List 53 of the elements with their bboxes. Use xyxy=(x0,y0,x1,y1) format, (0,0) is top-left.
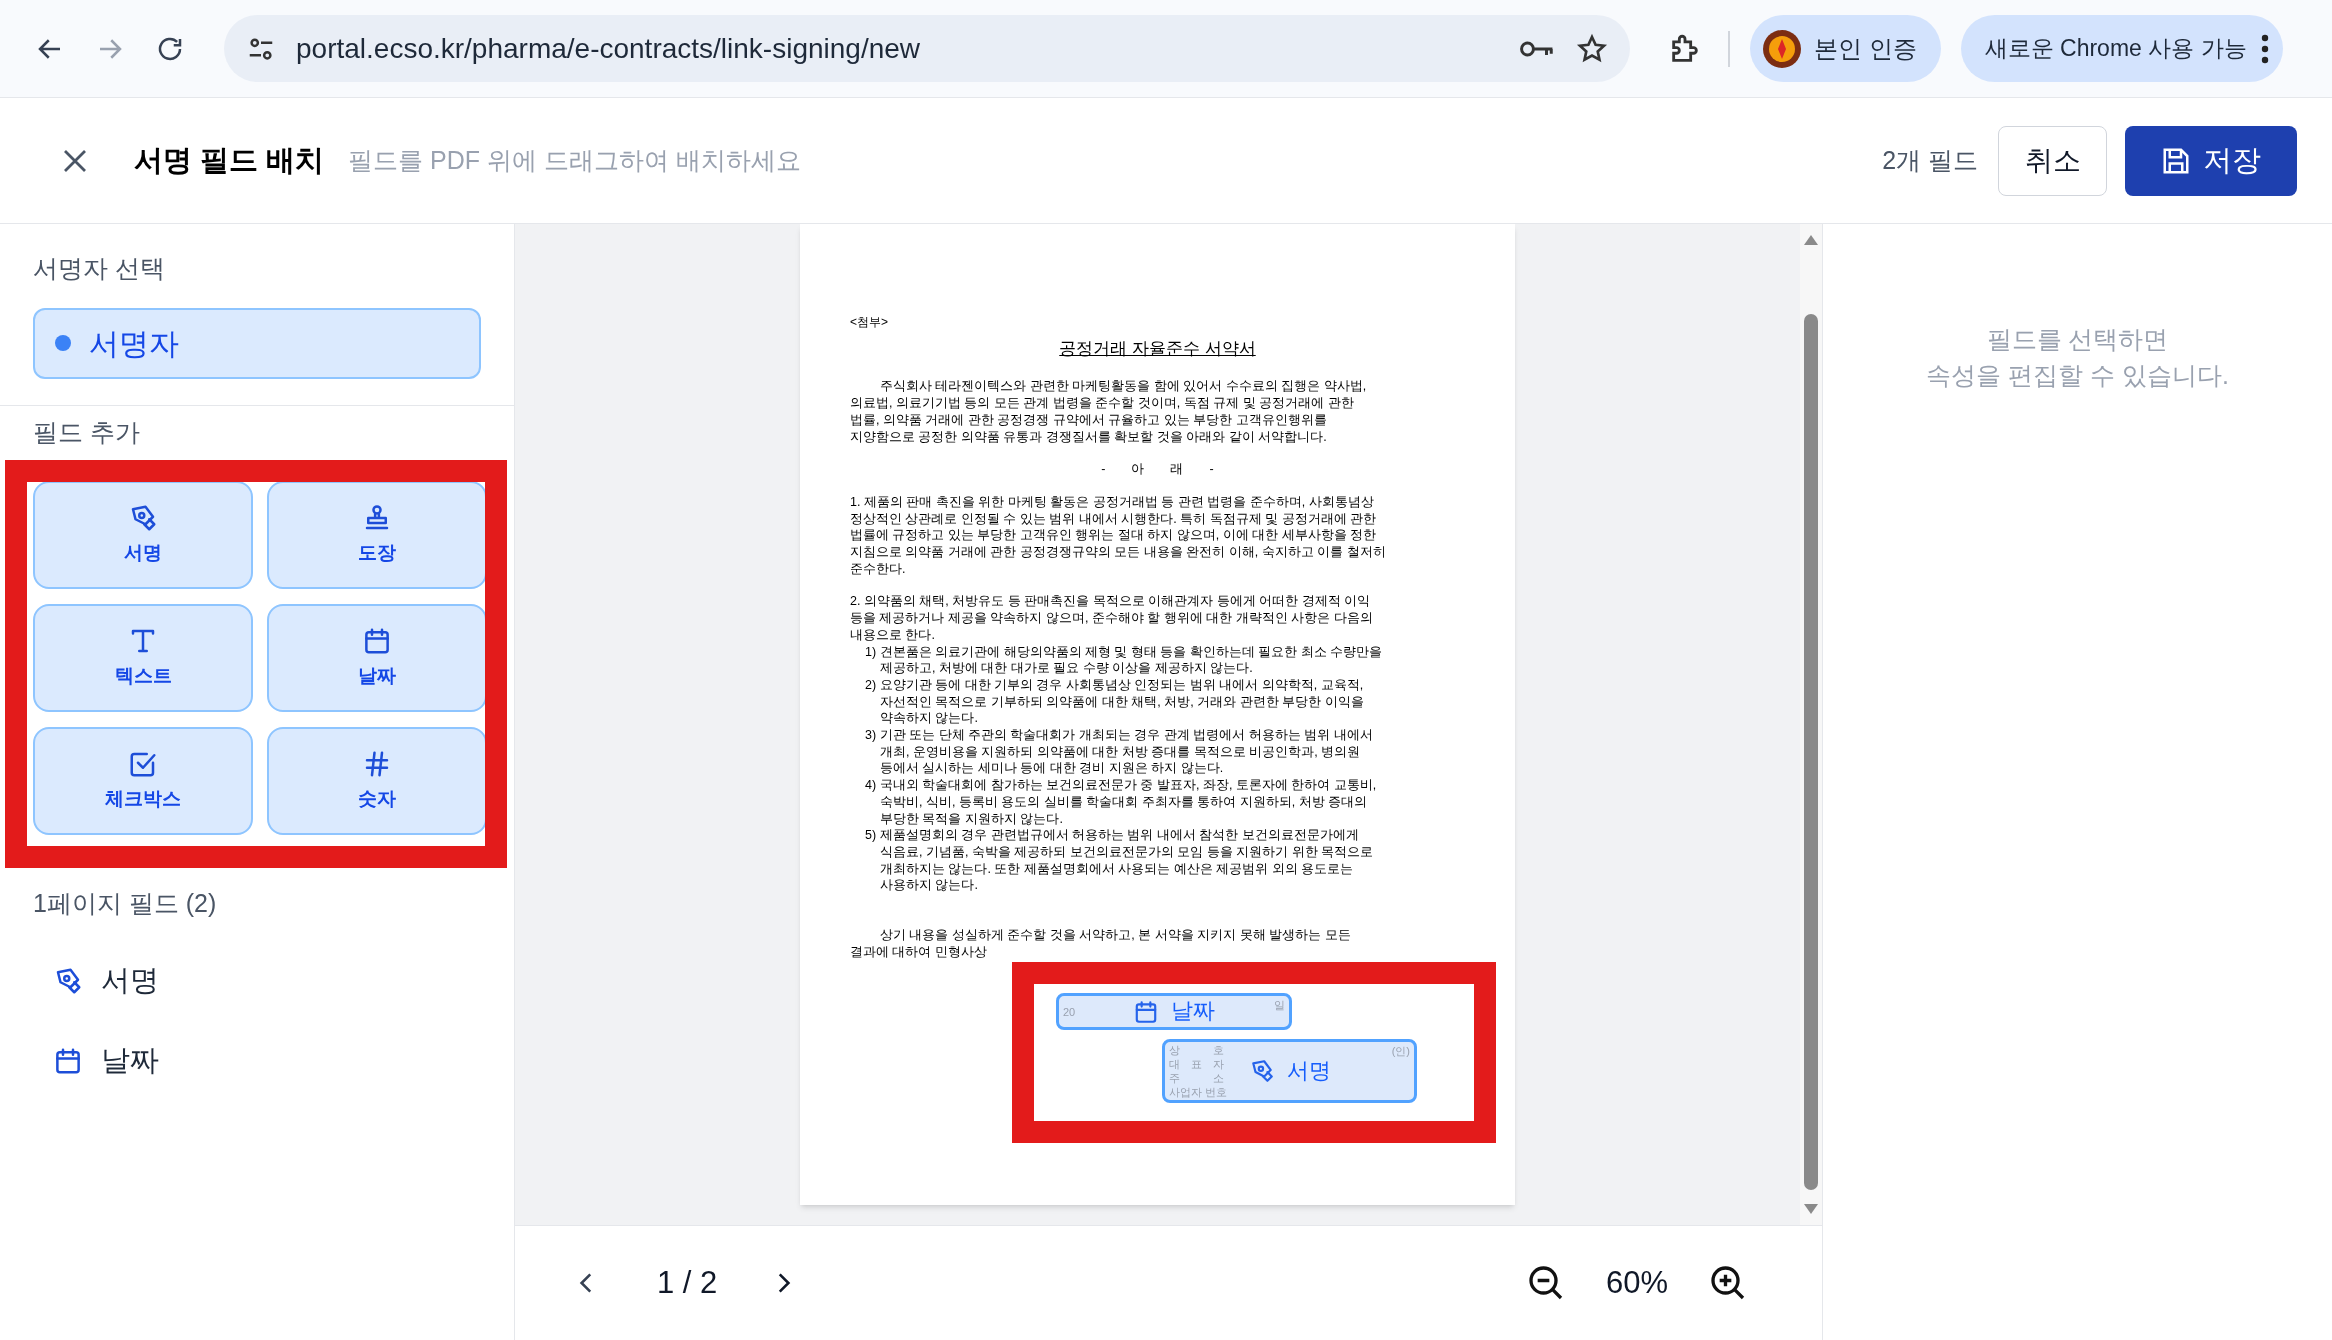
cancel-button[interactable]: 취소 xyxy=(1998,125,2107,196)
placed-field[interactable]: 상 호 대 표 자 주 소 사업자 번호 서명 (인) xyxy=(1162,1039,1417,1103)
field-type-button[interactable]: 날짜 xyxy=(267,604,487,712)
document-text: 주 소 xyxy=(1169,1071,1225,1085)
section-heading: 1페이지 필드 (2) xyxy=(33,888,218,919)
field-type-button[interactable]: 체크박스 xyxy=(33,727,253,835)
document-text: (인) xyxy=(1391,1044,1410,1058)
scrollbar[interactable] xyxy=(1800,224,1822,1225)
document-text: 상 호 xyxy=(1169,1043,1225,1057)
scrollbar-thumb[interactable] xyxy=(1804,314,1818,1190)
chrome-update-button[interactable]: 새로운 Chrome 사용 가능 xyxy=(1960,15,2283,82)
paragraph: 2. 의약품의 채택, 처방유도 등 판매촉진을 목적으로 이해관계자 등에게 어떠한 경제적 이익 등을 제공하거나 제공을 약속하지 않으며, 준수해야 할 행위에 대한 개략적인 사항은 다음의 내용으로 한다. xyxy=(850,593,1374,644)
section-divider-text: - 아 래 - xyxy=(1101,462,1214,477)
address-bar[interactable]: portal.ecso.kr/pharma/e-contracts/link-signing/new xyxy=(224,15,1630,82)
document-text: 대 표 자 xyxy=(1169,1057,1225,1071)
field-type-button[interactable]: 도장 xyxy=(267,481,487,589)
scroll-up-icon[interactable] xyxy=(1803,234,1819,246)
zoom-level: 60% xyxy=(1605,1263,1668,1302)
attachment-label: <첨부> xyxy=(850,314,889,331)
placed-field[interactable]: 20 날짜 일 xyxy=(1056,993,1292,1030)
save-button[interactable]: 저장 xyxy=(2125,125,2297,196)
document-text: 일 xyxy=(1274,998,1285,1012)
signer-option[interactable]: 서명자 xyxy=(33,307,481,379)
star-icon[interactable] xyxy=(1576,32,1608,65)
section-heading: 필드 추가 xyxy=(33,416,141,448)
document-text: 사업자 번호 xyxy=(1169,1085,1229,1099)
page-title: 서명 필드 배치 xyxy=(134,142,325,178)
paragraph: 4) 국내외 학술대회에 참가하는 보건의료전문가 중 발표자, 좌장, 토론자에 한하여 교통비, 숙박비, 식비, 등록비 용도의 실비를 학술대회 주최자를 통하여 지원하되, 처방 증대의 부당한 목적을 지원하지 않는다. xyxy=(864,777,1378,828)
field-list-item[interactable]: 서명 xyxy=(33,940,481,1021)
document-text: 20 xyxy=(1063,1004,1077,1019)
url-text: portal.ecso.kr/pharma/e-contracts/link-signing/new xyxy=(296,31,922,66)
paragraph: 상기 내용을 성실하게 준수할 것을 서약하고, 본 서약을 지키지 못해 발생하는 모든 결과에 대하여 민형사상 xyxy=(850,927,1352,961)
scroll-down-icon[interactable] xyxy=(1803,1203,1819,1215)
field-type-button[interactable]: 텍스트 xyxy=(33,604,253,712)
calendar-icon xyxy=(1133,998,1159,1025)
field-type-button[interactable]: 서명 xyxy=(33,481,253,589)
paragraph: 2) 요양기관 등에 대한 기부의 경우 사회통념상 인정되는 범위 내에서 의약학적, 교육적, 자선적인 목적으로 기부하되 의약품에 대한 채택, 처방, 거래와 관련한 부당한 이익을 약속하지 않는다. xyxy=(864,676,1365,728)
avatar-icon xyxy=(1762,28,1802,69)
page-indicator: 1 / 2 xyxy=(657,1263,718,1302)
document-title: 공정거래 자율준수 서약서 xyxy=(1059,338,1256,358)
profile-button[interactable]: 본인 인증 xyxy=(1750,15,1941,82)
empty-state-message: 필드를 선택하면 속성을 편집할 수 있습니다. xyxy=(1926,324,2229,391)
field-count: 2개 필드 xyxy=(1882,144,1978,176)
paragraph: 3) 기관 또는 단체 주관의 학술대회가 개최되는 경우 관계 법령에서 허용하는 범위 내에서 개최, 운영비용을 지원하되 의약품에 대한 처방 증대를 목적으로 비공인학과, 병의원 등에서 실시하는 세미나 등에 대한 경비 지원은 하지 않는다. xyxy=(864,727,1374,778)
paragraph: 주식회사 테라젠이텍스와 관련한 마케팅활동을 함에 있어서 수수료의 집행은 약사법, 의료법, 의료기기법 등의 모든 관계 법령을 준수할 것이며, 독점 규제 및 공정거래에 관한 법률, 의약품 거래에 관한 공정경쟁 규약에서 규율하고 있는 부당한 고객유인행위를 지양함으로 공정한 의약품 유통과 경쟁질서를 확보할 것을 아래와 같이 서약합니다. xyxy=(850,378,1368,446)
field-type-button[interactable]: 숫자 xyxy=(267,727,487,835)
paragraph: 1. 제품의 판매 촉진을 위한 마케팅 활동은 공정거래법 등 관련 법령을 준수하며, 사회통념상 정상적인 상관례로 인정될 수 있는 범위 내에서 시행한다. 특히 독점규제 및 공정거래에 관한 법률에 규정하고 있는 부당한 고객유인 행위는 절대 하지 않으며, 이에 대한 세부사항을 정한 지침으로 의약품 거래에 관한 공정경쟁규약의 모든 내용을 완전히 이해, 숙지하고 이를 철저히 준수한다. xyxy=(850,493,1387,578)
paragraph: 1) 견본품은 의료기관에 해당의약품의 제형 및 형태 등을 확인하는데 필요한 최소 수량만을 제공하고, 처방에 대한 대가로 필요 수량 이상을 제공하지 않는다. xyxy=(864,643,1384,677)
paragraph: 5) 제품설명회의 경우 관련법규에서 허용하는 범위 내에서 참석한 보건의료전문가에게 식음료, 기념품, 숙박을 제공하되 보건의료전문가의 모임 등을 지원하기 위한 목적으로 개최하지는 않는다. 또한 제품설명회에서 사용되는 예산은 제공범위 외의 용도로는 사용하지 않는다. xyxy=(864,827,1375,895)
field-list-item[interactable]: 날짜 xyxy=(33,1020,481,1101)
more-icon xyxy=(2260,33,2269,64)
page-subtitle: 필드를 PDF 위에 드래그하여 배치하세요 xyxy=(348,144,801,176)
section-heading: 서명자 선택 xyxy=(33,253,166,284)
